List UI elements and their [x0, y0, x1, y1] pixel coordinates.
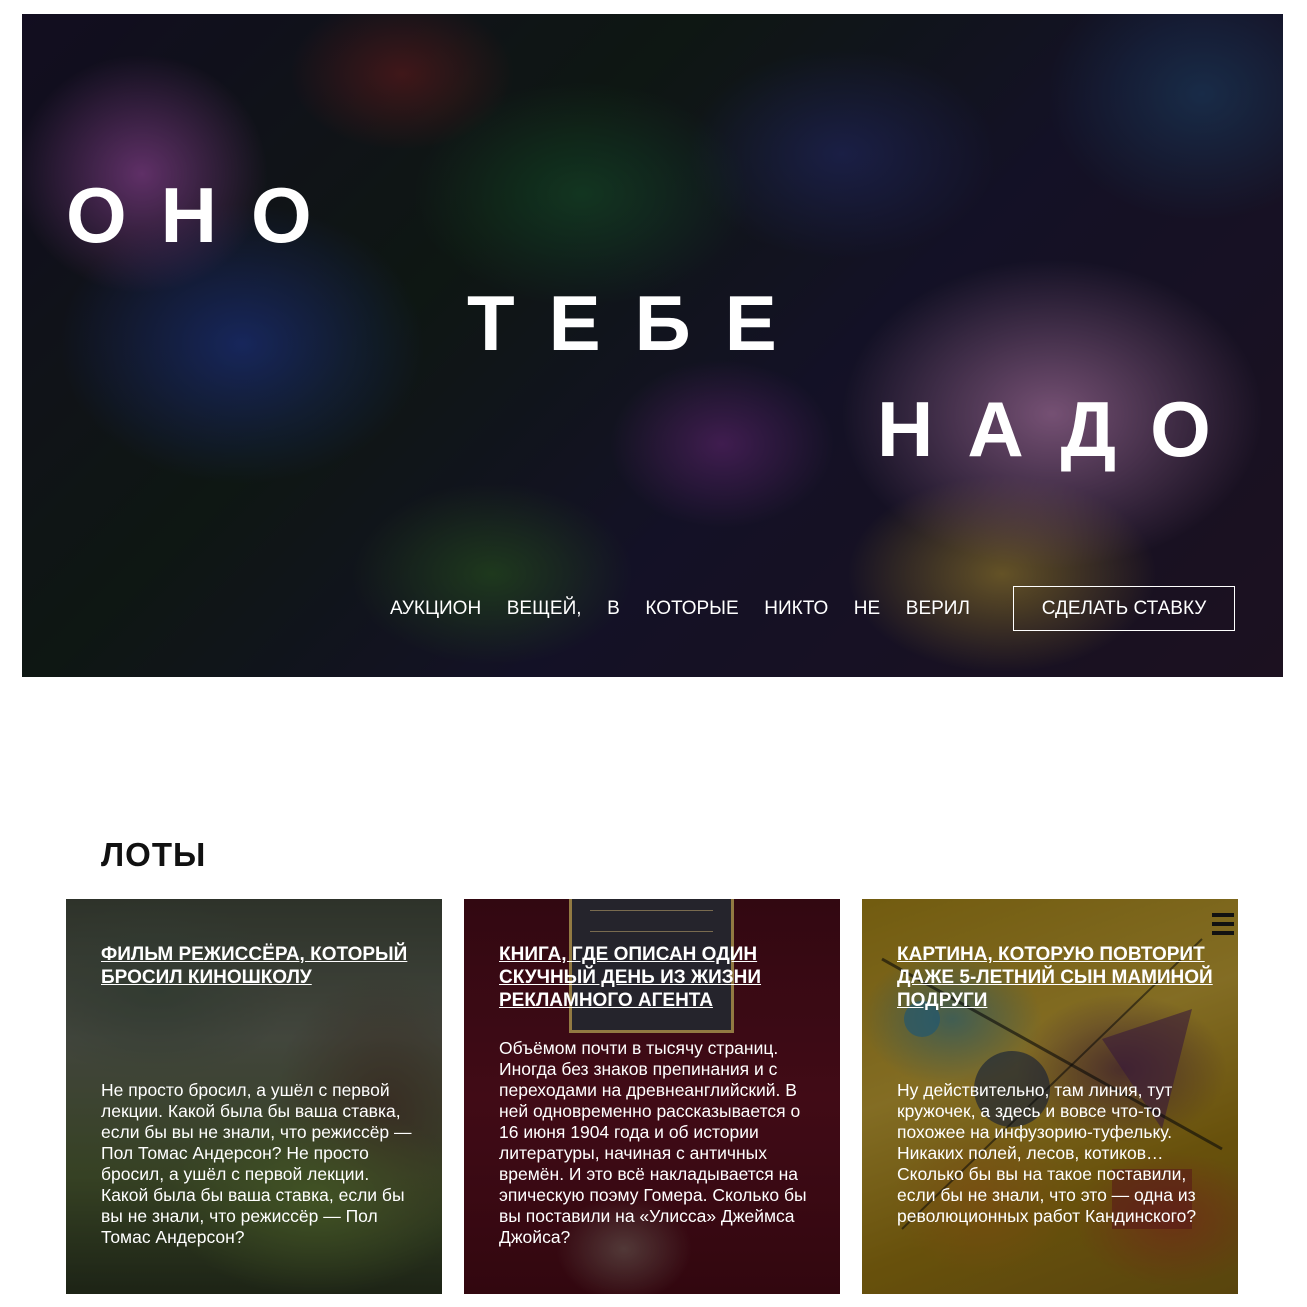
hero-tagline: АУКЦИОН ВЕЩЕЙ, В КОТОРЫЕ НИКТО НЕ ВЕРИЛ — [390, 599, 970, 618]
hero-word-1: ОНО — [66, 171, 346, 259]
tagline-word: АУКЦИОН — [390, 598, 482, 619]
hero-word-2: ТЕБЕ — [467, 279, 811, 367]
lots-heading: ЛОТЫ — [101, 836, 207, 873]
tagline-word: ВЕЩЕЙ, — [506, 598, 582, 619]
hero-banner: ОНО ТЕБЕ НАДО АУКЦИОН ВЕЩЕЙ, В КОТОРЫЕ Н… — [22, 14, 1283, 677]
menu-icon[interactable] — [1212, 913, 1234, 935]
place-bid-button[interactable]: СДЕЛАТЬ СТАВКУ — [1013, 586, 1235, 631]
lot-description: Объёмом почти в тысячу страниц. Иногда б… — [499, 1038, 807, 1247]
lot-title-link[interactable]: КАРТИНА, КОТОРУЮ ПОВТОРИТ ДАЖЕ 5-ЛЕТНИЙ … — [897, 943, 1217, 1012]
tagline-word: ВЕРИЛ — [905, 598, 970, 619]
lot-title-link[interactable]: ФИЛЬМ РЕЖИССЁРА, КОТОРЫЙ БРОСИЛ КИНОШКОЛ… — [101, 943, 421, 989]
lot-card-painting: КАРТИНА, КОТОРУЮ ПОВТОРИТ ДАЖЕ 5-ЛЕТНИЙ … — [862, 899, 1238, 1294]
tagline-word: В — [607, 598, 620, 619]
lot-title-link[interactable]: КНИГА, ГДЕ ОПИСАН ОДИН СКУЧНЫЙ ДЕНЬ ИЗ Ж… — [499, 943, 819, 1012]
lot-card-book: КНИГА, ГДЕ ОПИСАН ОДИН СКУЧНЫЙ ДЕНЬ ИЗ Ж… — [464, 899, 840, 1294]
tagline-word: КОТОРЫЕ — [645, 598, 739, 619]
hero-word-3: НАДО — [877, 385, 1245, 473]
tagline-word: НИКТО — [764, 598, 829, 619]
tagline-word: НЕ — [853, 598, 881, 619]
lot-description: Ну действительно, там линия, тут кружоче… — [897, 1080, 1197, 1226]
lot-card-film: ФИЛЬМ РЕЖИССЁРА, КОТОРЫЙ БРОСИЛ КИНОШКОЛ… — [66, 899, 442, 1294]
lot-description: Не просто бросил, а ушёл с первой лекции… — [101, 1080, 412, 1247]
